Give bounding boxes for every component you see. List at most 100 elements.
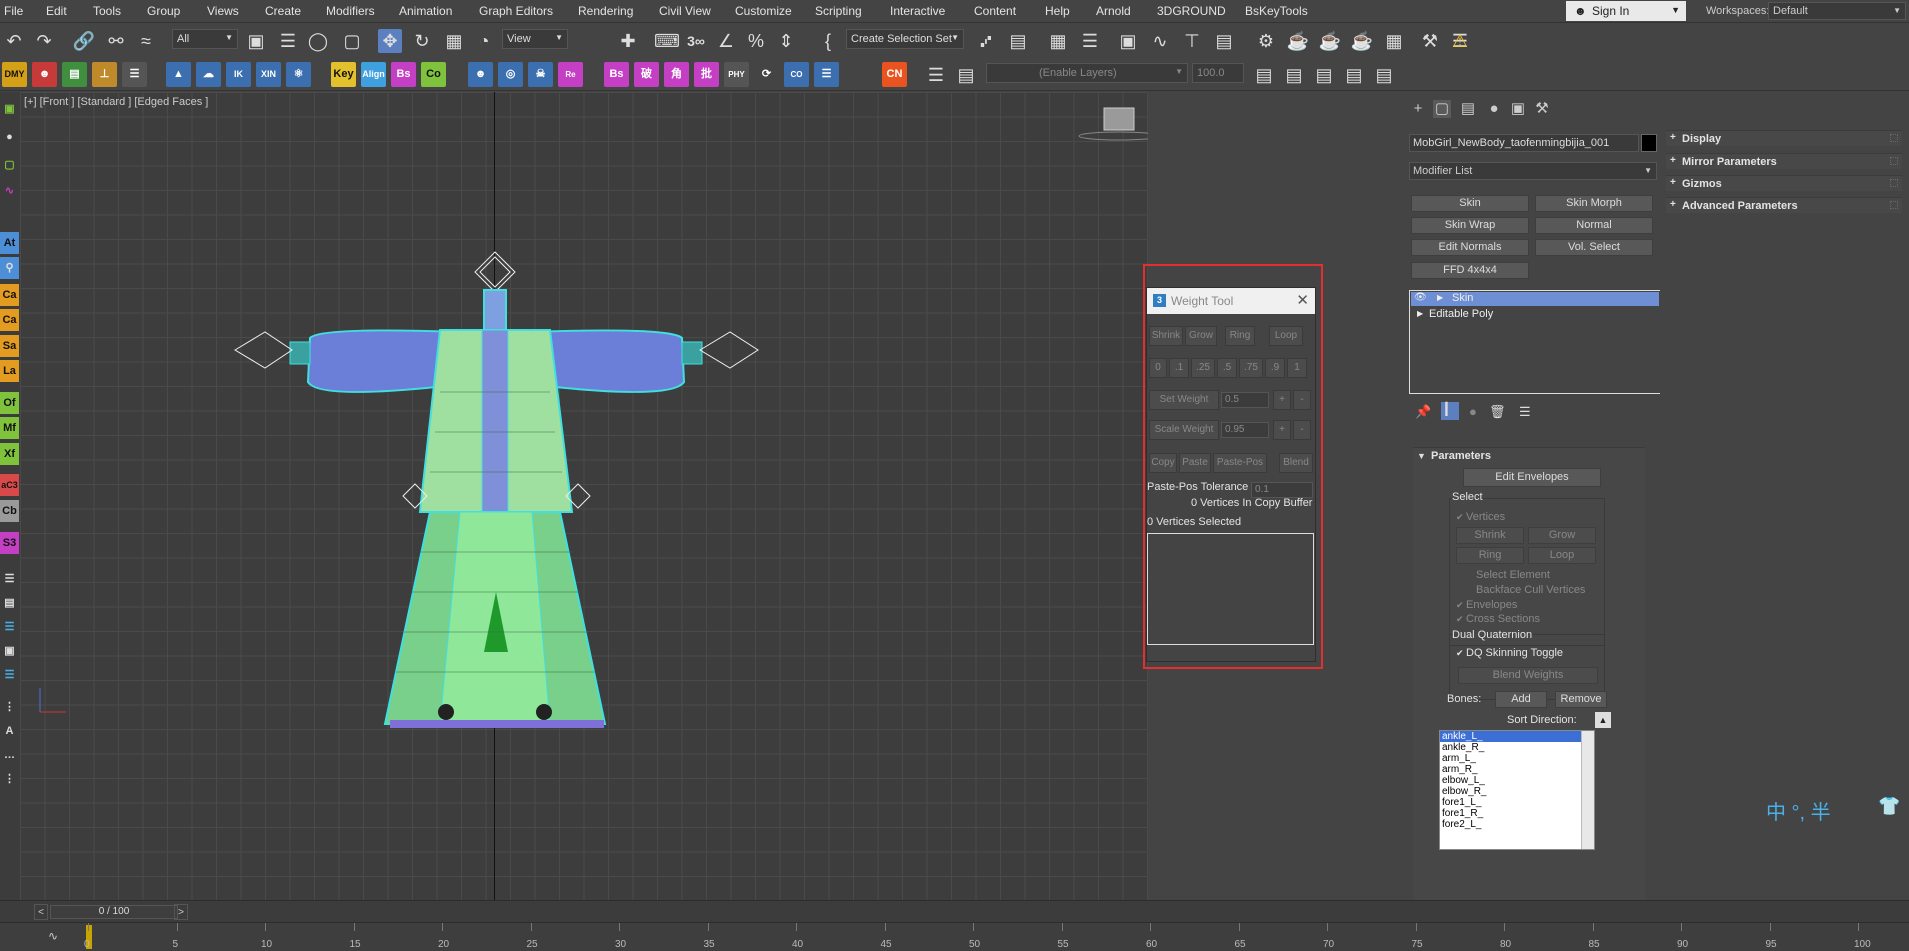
bone-item[interactable]: fore1_R_ <box>1440 808 1594 819</box>
vertices-checkbox[interactable]: ✔ Vertices <box>1456 511 1505 523</box>
bone-item[interactable]: arm_L_ <box>1440 753 1594 764</box>
fan-icon[interactable]: ⚛ <box>286 62 311 87</box>
front-viewport[interactable]: [+] [Front ] [Standard ] [Edged Faces ] <box>20 92 1148 900</box>
menu-graph-editors[interactable]: Graph Editors <box>479 4 553 18</box>
cloud-icon[interactable]: ☁ <box>196 62 221 87</box>
strip-s3-button[interactable]: S3 <box>0 532 19 554</box>
rollout-display[interactable]: + Display <box>1666 130 1902 146</box>
strip-mf-button[interactable]: Mf <box>0 417 19 439</box>
stack-item-editable-poly[interactable]: ▶ Editable Poly <box>1411 308 1659 322</box>
menu-file[interactable]: File <box>4 4 23 18</box>
wt-weight-05-button[interactable]: .5 <box>1217 358 1237 378</box>
angle-snap-icon[interactable]: ∠ <box>714 29 738 53</box>
unlink-icon[interactable]: ⚯ <box>104 29 128 53</box>
undo-icon[interactable]: ↶ <box>2 29 26 53</box>
strip-cb-button[interactable]: Cb <box>0 500 19 522</box>
prev-frame-icon[interactable]: < <box>34 904 48 920</box>
wt-ring-button[interactable]: Ring <box>1225 326 1255 346</box>
time-slider-thumb[interactable]: 0 / 100 <box>50 905 178 919</box>
menu-help[interactable]: Help <box>1045 4 1070 18</box>
track-bar[interactable]: ∿ 0 5 10 15 20 25 30 35 40 45 50 55 60 65 70 75 80 85 90 95… <box>0 922 1909 951</box>
workspace-select[interactable]: Default ▼ <box>1768 2 1906 20</box>
cn-button[interactable]: CN <box>882 62 907 87</box>
select-loop-button[interactable]: Loop <box>1528 547 1596 564</box>
wt-set-weight-button[interactable]: Set Weight <box>1149 390 1219 410</box>
warning-icon[interactable]: ⚠ <box>1448 29 1472 53</box>
rollout-gizmos[interactable]: + Gizmos <box>1666 175 1902 191</box>
scene-explorer-icon[interactable]: ▦ <box>1046 29 1070 53</box>
mod-ffd-button[interactable]: FFD 4x4x4 <box>1411 262 1529 279</box>
dash-icon[interactable]: … <box>0 744 19 766</box>
wt-blend-button[interactable]: Blend <box>1279 453 1313 473</box>
create-tab-icon[interactable]: + <box>1409 100 1427 118</box>
wt-set-weight-minus-button[interactable]: - <box>1293 390 1311 410</box>
bone-item[interactable]: ankle_R_ <box>1440 742 1594 753</box>
weight-tool-titlebar[interactable]: 3 Weight Tool ✕ <box>1147 288 1315 314</box>
spinner-snap-icon[interactable]: ⇕ <box>774 29 798 53</box>
window-crossing-icon[interactable]: ▢ <box>340 29 364 53</box>
rendered-frame-window-icon[interactable]: ☕ <box>1286 29 1310 53</box>
box-icon[interactable]: ▣ <box>0 98 19 120</box>
mod-vol-select-button[interactable]: Vol. Select <box>1535 239 1653 256</box>
strip-ca2-button[interactable]: Ca <box>0 309 19 331</box>
menu-content[interactable]: Content <box>974 4 1016 18</box>
expand-arrow-icon[interactable]: ▶ <box>1437 293 1443 302</box>
refresh-icon[interactable]: ⟳ <box>754 62 779 87</box>
bone-item[interactable]: arm_R_ <box>1440 764 1594 775</box>
eye-icon[interactable]: 👁 <box>1414 292 1427 303</box>
parameters-title[interactable]: Parameters <box>1431 450 1491 462</box>
layer-explorer-icon[interactable]: ☰ <box>1078 29 1102 53</box>
mirror-icon[interactable]: ⑇ <box>974 29 998 53</box>
menu-customize[interactable]: Customize <box>735 4 792 18</box>
select-scale-icon[interactable]: ▦ <box>442 29 466 53</box>
stack-item-skin[interactable]: 👁 ▶ Skin <box>1411 292 1659 306</box>
bone-item[interactable]: ankle_L_ <box>1440 731 1594 742</box>
circle-selection-icon[interactable]: ◯ <box>306 29 330 53</box>
strip-at-button[interactable]: At <box>0 232 19 254</box>
book-icon[interactable]: ▤ <box>62 62 87 87</box>
wt-paste-pos-button[interactable]: Paste-Pos <box>1213 453 1267 473</box>
mod-skin-button[interactable]: Skin <box>1411 195 1529 212</box>
align-icon[interactable]: ▤ <box>1006 29 1030 53</box>
menu-bskeytools[interactable]: BsKeyTools <box>1245 4 1308 18</box>
bone-item[interactable]: fore2_L_ <box>1440 819 1594 830</box>
strip-xf-button[interactable]: Xf <box>0 443 19 465</box>
wt-scale-weight-button[interactable]: Scale Weight <box>1149 420 1219 440</box>
menu-views[interactable]: Views <box>207 4 239 18</box>
rollout-mirror-parameters[interactable]: + Mirror Parameters <box>1666 153 1902 169</box>
select-rotate-icon[interactable]: ↻ <box>410 29 434 53</box>
wt-set-weight-plus-button[interactable]: + <box>1273 390 1291 410</box>
render-production-icon[interactable]: ☕ <box>1318 29 1342 53</box>
strip-ca-button[interactable]: Ca <box>0 284 19 306</box>
wt-shrink-button[interactable]: Shrink <box>1149 326 1183 346</box>
dq-toggle-checkbox[interactable]: ✔ DQ Skinning Toggle <box>1456 647 1563 659</box>
toggle-ribbon-icon[interactable]: ▣ <box>1116 29 1140 53</box>
wt-scale-weight-minus-button[interactable]: - <box>1293 420 1311 440</box>
character-mesh[interactable] <box>20 92 1148 900</box>
co-cn-icon[interactable]: CO <box>784 62 809 87</box>
sign-in-dropdown[interactable]: ☻ Sign In ▼ <box>1566 1 1686 21</box>
select-ring-button[interactable]: Ring <box>1456 547 1524 564</box>
percent-snap-icon[interactable]: % <box>744 29 768 53</box>
layer-select-icon[interactable]: ▤ <box>1342 63 1366 87</box>
envelopes-checkbox[interactable]: ✔ Envelopes <box>1456 599 1517 611</box>
close-icon[interactable]: ✕ <box>1296 291 1309 309</box>
menu-rendering[interactable]: Rendering <box>578 4 633 18</box>
wt-grow-button[interactable]: Grow <box>1185 326 1217 346</box>
remove-bone-button[interactable]: Remove <box>1555 691 1607 708</box>
menu-animation[interactable]: Animation <box>399 4 452 18</box>
strip-sa-button[interactable]: Sa <box>0 335 19 357</box>
reference-coordinate-select[interactable]: View ▼ <box>502 29 568 49</box>
pi-button[interactable]: 批 <box>694 62 719 87</box>
search-icon[interactable]: ⚲ <box>0 257 19 279</box>
configure-modifier-sets-icon[interactable]: ☰ <box>1519 404 1531 420</box>
rename-icon[interactable]: Re <box>558 62 583 87</box>
collapse-icon[interactable]: ▼ <box>1417 451 1426 461</box>
schematic-view-icon[interactable]: ⊤ <box>1180 29 1204 53</box>
wt-scale-weight-spinner[interactable]: 0.95 <box>1221 422 1269 438</box>
wt-weight-1-button[interactable]: 1 <box>1287 358 1307 378</box>
sphere-icon[interactable]: ● <box>0 126 19 148</box>
plugin-dmy-icon[interactable]: DMY <box>2 62 27 87</box>
wt-paste-button[interactable]: Paste <box>1179 453 1211 473</box>
menu-3dground[interactable]: 3DGROUND <box>1157 4 1226 18</box>
